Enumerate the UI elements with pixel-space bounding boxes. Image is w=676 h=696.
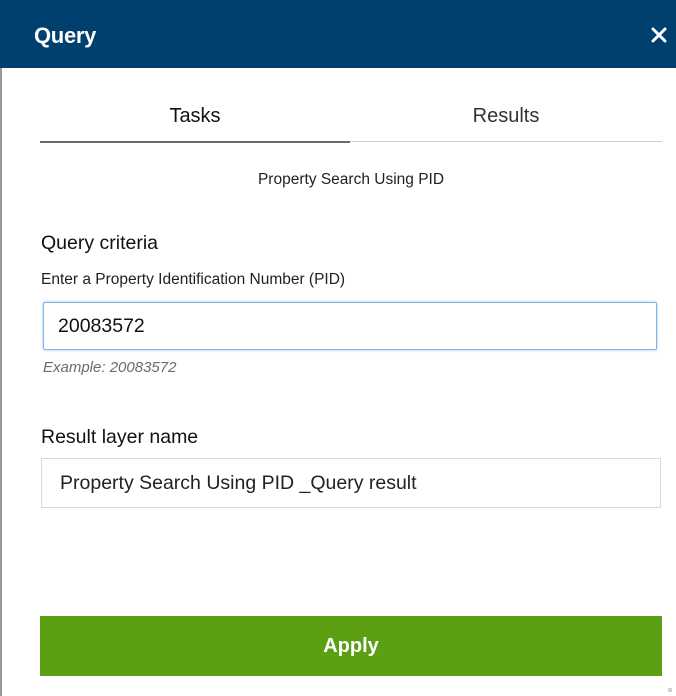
- tab-tasks[interactable]: Tasks: [40, 90, 350, 143]
- active-tab-indicator: [40, 141, 350, 143]
- panel-header: Query: [0, 0, 676, 68]
- result-layer-name-input[interactable]: [41, 458, 661, 508]
- panel-title: Query: [34, 23, 97, 48]
- pid-example-hint: Example: 20083572: [43, 359, 177, 376]
- apply-button[interactable]: Apply: [40, 616, 662, 676]
- tab-bar: Tasks Results: [40, 90, 662, 143]
- tab-divider: [350, 141, 662, 142]
- task-title: Property Search Using PID: [257, 171, 445, 188]
- close-icon[interactable]: [650, 26, 668, 44]
- query-criteria-heading: Query criteria: [41, 232, 159, 254]
- query-panel: Query Tasks Results Property Search Usin…: [0, 0, 676, 696]
- tab-results[interactable]: Results: [350, 90, 662, 142]
- resize-grip[interactable]: [668, 688, 672, 692]
- pid-field-label: Enter a Property Identification Number (…: [41, 271, 346, 288]
- tab-results-label: Results: [472, 105, 540, 127]
- tab-tasks-label: Tasks: [169, 105, 221, 127]
- pid-input[interactable]: [43, 302, 657, 350]
- result-layer-heading: Result layer name: [41, 426, 199, 448]
- panel-border: [0, 0, 2, 696]
